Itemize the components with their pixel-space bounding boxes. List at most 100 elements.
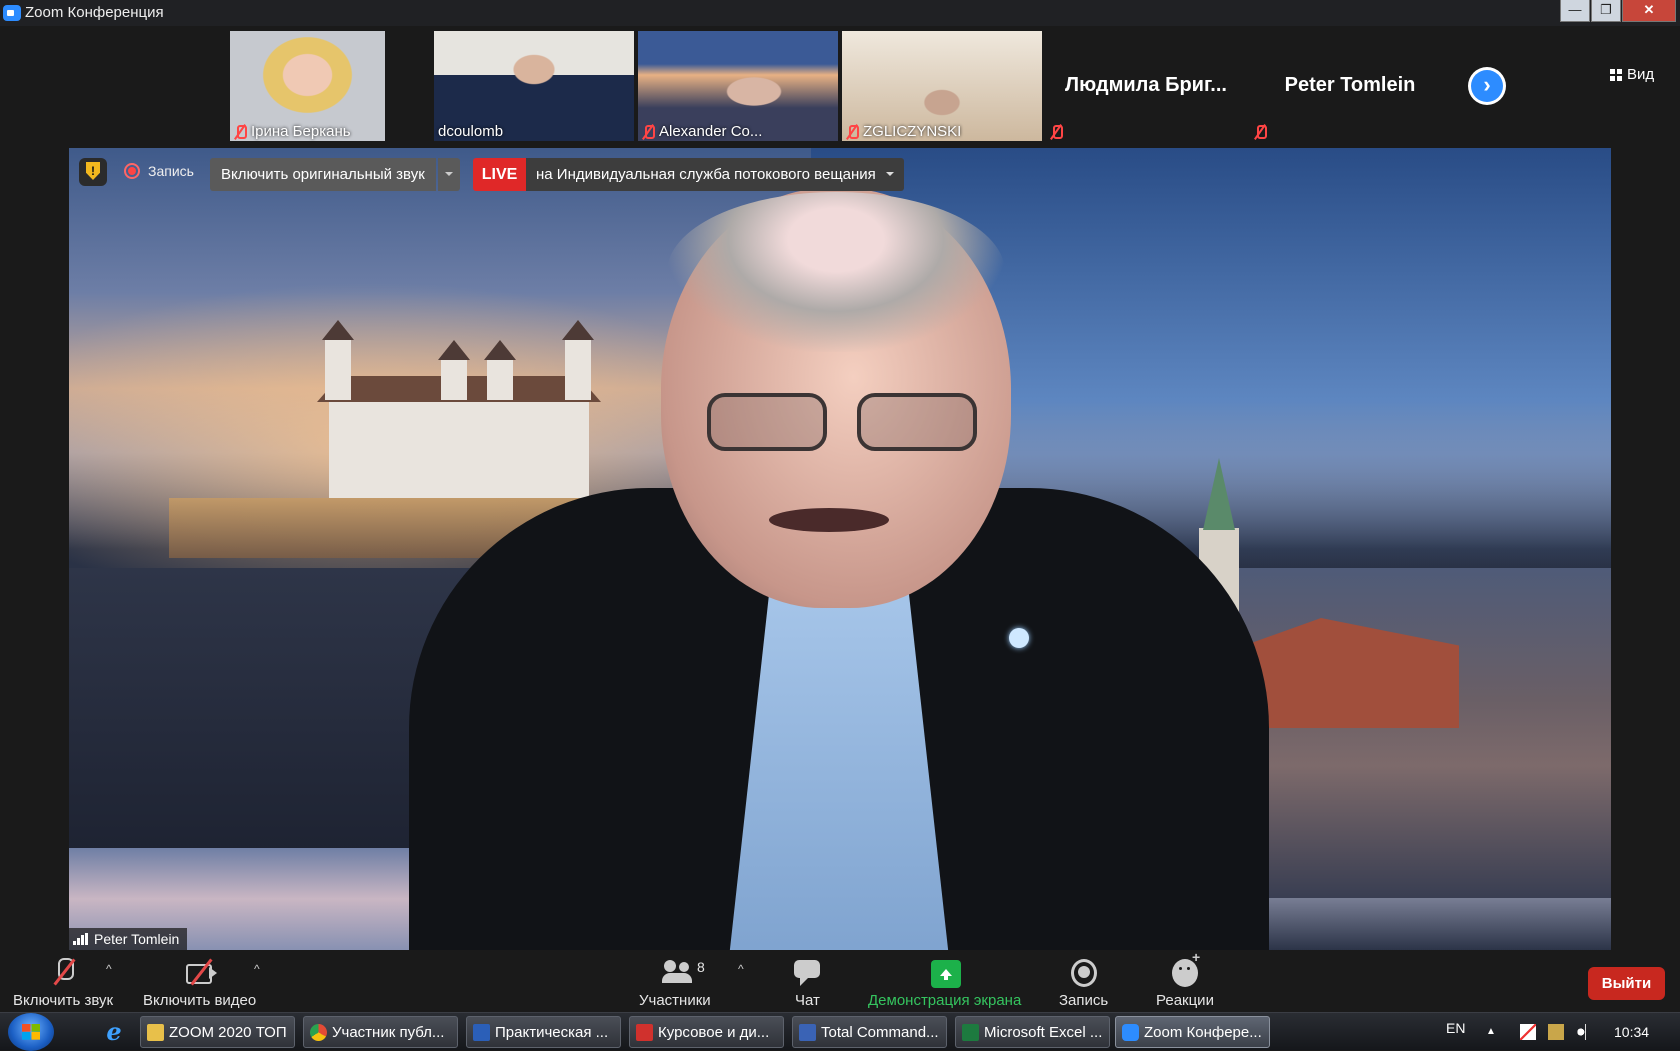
participants-icon: [662, 960, 696, 988]
unmute-label: Включить звук: [13, 992, 114, 1009]
grid-view-icon: [1610, 68, 1622, 81]
recording-indicator: Запись: [124, 163, 194, 179]
original-audio-dropdown[interactable]: [437, 158, 460, 191]
chat-label: Чат: [795, 992, 820, 1009]
live-badge: LIVE: [473, 158, 526, 191]
taskbar-item-label: Microsoft Excel ...: [984, 1023, 1103, 1041]
live-service-dropdown[interactable]: на Индивидуальная служба потокового веща…: [526, 158, 904, 191]
view-button[interactable]: Вид: [1610, 66, 1654, 83]
security-shield-icon[interactable]: [79, 158, 107, 186]
share-screen-label: Демонстрация экрана: [868, 992, 1022, 1009]
chevron-right-icon: ›: [1471, 70, 1503, 102]
participant-name: [1050, 124, 1063, 140]
chrome-icon: [310, 1023, 327, 1041]
gallery-next-button[interactable]: ›: [1468, 67, 1506, 105]
gallery-strip: Ірина Беркань dcoulomb Alexander Co... Z…: [0, 26, 1680, 146]
participant-name-text: ZGLICZYNSKI: [863, 123, 962, 140]
window-controls: — ❐ ✕: [1559, 0, 1676, 22]
windows-taskbar: e ZOOM 2020 ТОП Участник публ... Практич…: [0, 1012, 1680, 1051]
original-audio-button[interactable]: Включить оригинальный звук: [210, 158, 436, 191]
reactions-button[interactable]: Реакции: [1150, 949, 1220, 1012]
floppy-icon: [799, 1023, 816, 1041]
mic-muted-icon: [846, 124, 859, 140]
tray-expand-icon[interactable]: ▲: [1486, 1013, 1496, 1051]
chat-button[interactable]: Чат: [780, 950, 836, 1012]
folder-icon: [147, 1023, 164, 1041]
taskbar-item-label: Total Command...: [821, 1023, 939, 1041]
taskbar-item[interactable]: Total Command...: [792, 1016, 947, 1048]
mic-muted-icon: [1050, 124, 1063, 140]
participants-count: 8: [697, 959, 705, 975]
microphone-muted-icon: [53, 958, 75, 986]
start-video-button[interactable]: Включить видео: [140, 950, 270, 1012]
taskbar-item[interactable]: Практическая ...: [466, 1016, 621, 1048]
audio-options-caret[interactable]: ^: [106, 962, 112, 976]
participant-tile[interactable]: ZGLICZYNSKI: [842, 31, 1042, 141]
record-button[interactable]: Запись: [1054, 950, 1114, 1012]
close-button[interactable]: ✕: [1622, 0, 1676, 22]
mic-muted-icon: [1254, 124, 1267, 140]
participant-name-text: dcoulomb: [438, 123, 504, 140]
record-label: Запись: [1059, 992, 1109, 1009]
active-speaker-video: [69, 148, 1611, 950]
taskbar-item[interactable]: ZOOM 2020 ТОП: [140, 1016, 295, 1048]
minimize-button[interactable]: —: [1560, 0, 1590, 22]
recording-dot-icon: [124, 163, 140, 179]
leave-meeting-button[interactable]: Выйти: [1588, 967, 1665, 1000]
participant-name-large: Peter Tomlein: [1284, 74, 1416, 96]
network-icon[interactable]: [1548, 1024, 1564, 1040]
participants-options-caret[interactable]: ^: [738, 962, 744, 976]
participant-tile[interactable]: Alexander Co...: [638, 31, 838, 141]
flag-icon[interactable]: [1520, 1024, 1536, 1040]
participant-name: [1254, 124, 1267, 140]
pdf-icon: [636, 1023, 653, 1041]
zoom-icon: [1122, 1023, 1139, 1041]
participant-name: Alexander Co...: [642, 123, 762, 140]
taskbar-item[interactable]: Курсовое и ди...: [629, 1016, 784, 1048]
window-titlebar: Zoom Конференция — ❐ ✕: [0, 0, 1680, 26]
participant-name: Ірина Беркань: [234, 123, 351, 140]
taskbar-item-label: Практическая ...: [495, 1023, 609, 1041]
start-video-label: Включить видео: [143, 992, 257, 1009]
original-audio-control: Включить оригинальный звук: [210, 158, 460, 191]
speaker-person: [369, 188, 1289, 950]
zoom-logo-icon: [3, 5, 21, 21]
internet-explorer-icon[interactable]: e: [101, 1019, 127, 1045]
participant-name-text: Alexander Co...: [659, 123, 763, 140]
participant-tile[interactable]: Peter Tomlein: [1250, 31, 1450, 141]
participants-button[interactable]: 8 Участники: [632, 950, 722, 1012]
taskbar-item[interactable]: Участник публ...: [303, 1016, 458, 1048]
share-screen-button[interactable]: Демонстрация экрана: [866, 950, 1026, 1012]
speaker-volume-icon[interactable]: [1576, 1024, 1592, 1040]
taskbar-item-label: Zoom Конфере...: [1144, 1023, 1262, 1041]
mic-muted-icon: [642, 124, 655, 140]
camera-off-icon: [186, 958, 223, 986]
signal-strength-icon: [73, 933, 88, 945]
taskbar-item[interactable]: Microsoft Excel ...: [955, 1016, 1110, 1048]
clock[interactable]: 10:34: [1614, 1013, 1649, 1051]
start-button[interactable]: [8, 1013, 54, 1051]
participant-tile[interactable]: Людмила Бриг...: [1046, 31, 1246, 141]
unmute-button[interactable]: Включить звук: [8, 950, 128, 1012]
taskbar-item-label: ZOOM 2020 ТОП: [169, 1023, 287, 1041]
chat-icon: [794, 960, 822, 988]
maximize-button[interactable]: ❐: [1591, 0, 1621, 22]
mic-muted-icon: [234, 124, 247, 140]
reactions-label: Реакции: [1156, 992, 1214, 1009]
speaker-name: Peter Tomlein: [94, 931, 180, 947]
meeting-toolbar: Включить звук ^ Включить видео ^ 8 Участ…: [0, 949, 1680, 1012]
live-stream-control[interactable]: LIVE на Индивидуальная служба потокового…: [473, 158, 904, 191]
taskbar-item-active[interactable]: Zoom Конфере...: [1115, 1016, 1270, 1048]
word-icon: [473, 1023, 490, 1041]
participant-tile[interactable]: Ірина Беркань: [230, 31, 385, 141]
share-screen-icon: [931, 960, 961, 988]
participant-name-large: Людмила Бриг...: [1065, 74, 1227, 96]
speaker-name-label: Peter Tomlein: [69, 928, 188, 950]
recording-label: Запись: [148, 163, 194, 179]
participants-label: Участники: [639, 992, 711, 1009]
video-options-caret[interactable]: ^: [254, 962, 260, 976]
language-indicator[interactable]: EN: [1446, 1013, 1465, 1043]
participant-name: dcoulomb: [438, 123, 503, 140]
participant-tile[interactable]: dcoulomb: [434, 31, 634, 141]
taskbar-item-label: Курсовое и ди...: [658, 1023, 770, 1041]
